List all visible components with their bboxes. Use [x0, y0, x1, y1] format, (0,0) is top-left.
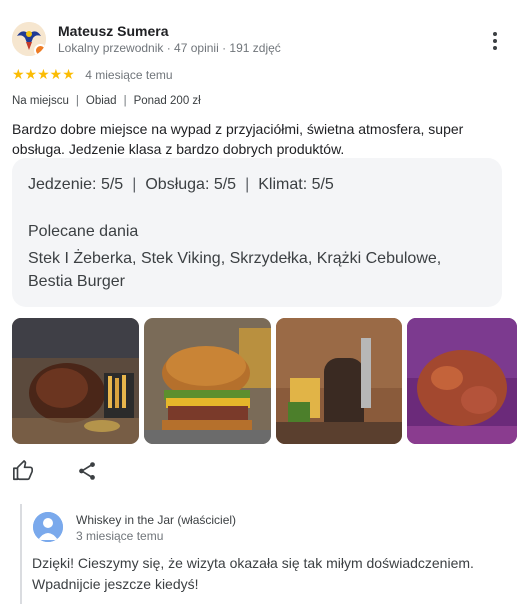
review-photos	[12, 318, 517, 444]
rating-row: ★★★★★ 4 miesiące temu	[12, 66, 173, 82]
aspect-atmosphere: Klimat: 5/5	[258, 176, 334, 193]
review-photo-4[interactable]	[407, 318, 517, 444]
owner-reply-text: Dzięki! Cieszymy się, że wizyta okazała …	[32, 555, 474, 592]
review-header: Mateusz Sumera Lokalny przewodnik · 47 o…	[12, 22, 517, 62]
review-photo-1[interactable]	[12, 318, 139, 444]
recommended-dishes-title: Polecane dania	[28, 223, 139, 240]
owner-avatar[interactable]	[33, 512, 63, 542]
author-avatar[interactable]	[12, 22, 46, 56]
review-photo-3[interactable]	[276, 318, 402, 444]
aspect-food: Jedzenie: 5/5	[28, 176, 124, 193]
recommended-dishes: Stek I Żeberka, Stek Viking, Skrzydełka,…	[28, 250, 442, 290]
tag-price: Ponad 200 zł	[133, 95, 201, 107]
more-vertical-icon[interactable]	[490, 30, 500, 52]
star-rating: ★★★★★	[12, 66, 75, 83]
review-photo-2[interactable]	[144, 318, 271, 444]
share-icon[interactable]	[76, 460, 98, 482]
review-text: Bardzo dobre miejsce na wypad z przyjaci…	[12, 121, 464, 157]
person-icon	[33, 512, 63, 542]
owner-reply-time: 3 miesiące temu	[76, 529, 164, 543]
owner-name: Whiskey in the Jar (właściciel)	[76, 513, 237, 527]
author-name[interactable]: Mateusz Sumera	[58, 23, 168, 39]
owner-reply: Whiskey in the Jar (właściciel) 3 miesią…	[20, 504, 507, 604]
author-meta: Lokalny przewodnik · 47 opinii · 191 zdj…	[58, 41, 281, 55]
review-details-box: Jedzenie: 5/5 | Obsługa: 5/5 | Klimat: 5/5 P…	[12, 158, 502, 307]
thumb-up-icon[interactable]	[12, 460, 34, 482]
tag-meal: Obiad	[85, 95, 117, 107]
tag-dining: Na miejscu	[12, 95, 69, 107]
aspect-service: Obsługa: 5/5	[145, 176, 237, 193]
local-guide-badge	[34, 44, 46, 56]
visit-tags: Na miejscu | Obiad | Ponad 200 zł	[12, 95, 201, 107]
review-time: 4 miesiące temu	[85, 67, 173, 82]
aspect-ratings: Jedzenie: 5/5 | Obsługa: 5/5 | Klimat: 5/5	[28, 176, 334, 193]
